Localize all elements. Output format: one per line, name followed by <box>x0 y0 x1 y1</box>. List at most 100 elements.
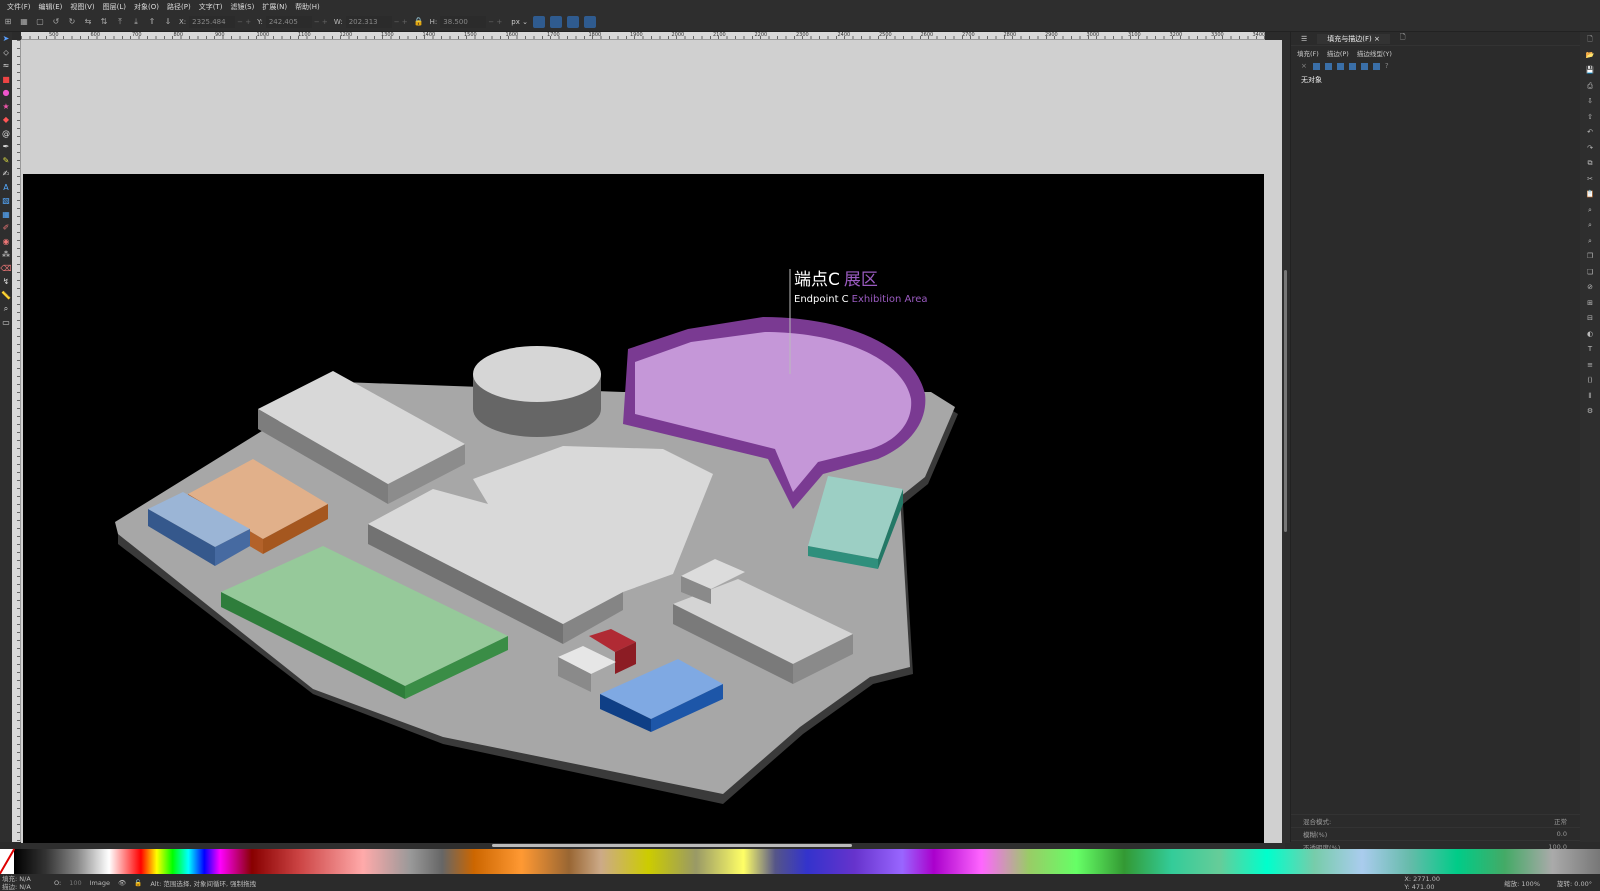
layers-tab-icon[interactable]: ☰ <box>1291 35 1317 43</box>
undo-icon[interactable]: ↶ <box>1580 125 1600 141</box>
menu-text[interactable]: 文字(T) <box>195 2 227 12</box>
ungroup-icon[interactable]: ⊟ <box>1580 311 1600 327</box>
scale-stroke-toggle[interactable] <box>532 16 545 28</box>
h-input[interactable]: 38.500 <box>440 16 487 28</box>
connector-tool-icon[interactable]: ↯ <box>0 275 12 289</box>
cut-icon[interactable]: ✂ <box>1580 172 1600 188</box>
rect-tool-icon[interactable]: ■ <box>0 73 12 87</box>
lock-icon[interactable]: 🔓 <box>134 879 142 887</box>
calligraphy-tool-icon[interactable]: ✍ <box>0 167 12 181</box>
radial-gradient-icon[interactable] <box>1336 62 1344 70</box>
pencil-tool-icon[interactable]: ✎ <box>0 154 12 168</box>
zoom-tool-icon[interactable]: ⌕ <box>0 302 12 316</box>
copy-icon[interactable]: ⧉ <box>1580 156 1600 172</box>
no-paint-icon[interactable]: × <box>1301 62 1307 70</box>
lock-ratio-icon[interactable]: 🔒 <box>413 16 425 28</box>
paint-bucket-tool-icon[interactable]: ◉ <box>0 235 12 249</box>
palette-swatches[interactable] <box>14 849 1600 874</box>
text-tool-icon[interactable]: A <box>0 181 12 195</box>
rotate-input[interactable]: 0.00° <box>1574 880 1592 888</box>
pattern-icon[interactable] <box>1360 62 1368 70</box>
save-icon[interactable]: 💾 <box>1580 63 1600 79</box>
zoom-selection-icon[interactable]: ⌕ <box>1580 203 1600 219</box>
rotate-cw-icon[interactable]: ↻ <box>66 16 78 28</box>
close-icon[interactable]: × <box>1374 35 1380 43</box>
move-patterns-toggle[interactable] <box>583 16 596 28</box>
gradient-tool-icon[interactable]: ▧ <box>0 194 12 208</box>
subtab-stroke-paint[interactable]: 描边(P) <box>1327 48 1349 58</box>
group-icon[interactable]: ⊞ <box>1580 296 1600 312</box>
spray-tool-icon[interactable]: ⁂ <box>0 248 12 262</box>
y-stepper-icon[interactable]: − + <box>314 18 328 26</box>
unit-select[interactable]: px ⌄ <box>511 18 528 26</box>
mesh-tool-icon[interactable]: ▦ <box>0 208 12 222</box>
lower-icon[interactable]: ⤓ <box>130 16 142 28</box>
ellipse-tool-icon[interactable]: ● <box>0 86 12 100</box>
eraser-tool-icon[interactable]: ⌫ <box>0 262 12 276</box>
menu-file[interactable]: 文件(F) <box>3 2 35 12</box>
measure-tool-icon[interactable]: 📏 <box>0 289 12 303</box>
select-all-layers-icon[interactable]: ▦ <box>18 16 30 28</box>
paste-icon[interactable]: 📋 <box>1580 187 1600 203</box>
selector-tool-icon[interactable]: ➤ <box>0 32 12 46</box>
document-tab-icon[interactable]: 🗋 <box>1390 33 1416 44</box>
flip-h-icon[interactable]: ⇆ <box>82 16 94 28</box>
horizontal-ruler[interactable]: 500 600 700 800 900 1000 1100 1200 1300 1400 1500 1… <box>21 32 1265 40</box>
blend-mode-select[interactable]: 正常 <box>1554 816 1567 826</box>
import-icon[interactable]: ⇩ <box>1580 94 1600 110</box>
w-stepper-icon[interactable]: − + <box>394 18 408 26</box>
canvas[interactable]: 端点C 展区 Endpoint C Exhibition Area <box>21 40 1285 843</box>
x-stepper-icon[interactable]: − + <box>237 18 251 26</box>
menu-edit[interactable]: 编辑(E) <box>35 2 67 12</box>
star-tool-icon[interactable]: ★ <box>0 100 12 114</box>
swatch-icon[interactable] <box>1372 62 1380 70</box>
vertical-scrollbar[interactable] <box>1282 40 1290 843</box>
mesh-gradient-icon[interactable] <box>1348 62 1356 70</box>
pen-tool-icon[interactable]: ✒ <box>0 140 12 154</box>
blur-input[interactable]: 0.0 <box>1557 830 1567 838</box>
layer-indicator[interactable]: Image <box>90 879 110 887</box>
fill-stroke-indicator[interactable]: 填充: N/A 描边: N/A <box>0 875 54 891</box>
duplicate-icon[interactable]: ❐ <box>1580 249 1600 265</box>
menu-extensions[interactable]: 扩展(N) <box>258 2 291 12</box>
w-input[interactable]: 202.313 <box>345 16 392 28</box>
scale-corners-toggle[interactable] <box>549 16 562 28</box>
spiral-tool-icon[interactable]: @ <box>0 127 12 141</box>
menu-view[interactable]: 视图(V) <box>66 2 98 12</box>
tweak-tool-icon[interactable]: ≈ <box>0 59 12 73</box>
new-document-icon[interactable]: 🗋 <box>1580 32 1600 48</box>
linear-gradient-icon[interactable] <box>1324 62 1332 70</box>
zoom-drawing-icon[interactable]: ⌕ <box>1580 218 1600 234</box>
hscroll-thumb[interactable] <box>492 844 852 847</box>
fill-stroke-icon[interactable]: ◐ <box>1580 327 1600 343</box>
tab-fill-stroke[interactable]: 填充与描边(F) × <box>1317 33 1390 44</box>
menu-object[interactable]: 对象(O) <box>130 2 163 12</box>
layers-icon[interactable]: ≡ <box>1580 358 1600 374</box>
eye-icon[interactable]: 👁 <box>118 879 126 887</box>
x-input[interactable]: 2325.484 <box>189 16 236 28</box>
rotate-ccw-icon[interactable]: ↺ <box>50 16 62 28</box>
menu-help[interactable]: 帮助(H) <box>291 2 324 12</box>
y-input[interactable]: 242.405 <box>265 16 312 28</box>
open-icon[interactable]: 📂 <box>1580 48 1600 64</box>
flat-color-icon[interactable] <box>1312 62 1320 70</box>
dropper-tool-icon[interactable]: ✐ <box>0 221 12 235</box>
deselect-icon[interactable]: ▢ <box>34 16 46 28</box>
align-icon[interactable]: ⫴ <box>1580 389 1600 405</box>
redo-icon[interactable]: ↷ <box>1580 141 1600 157</box>
raise-icon[interactable]: ⤒ <box>114 16 126 28</box>
unset-paint-icon[interactable]: ? <box>1385 62 1389 70</box>
color-palette[interactable] <box>0 849 1600 874</box>
no-color-swatch[interactable] <box>0 849 14 874</box>
vscroll-thumb[interactable] <box>1284 270 1287 532</box>
unlink-clone-icon[interactable]: ⊘ <box>1580 280 1600 296</box>
opacity-status-input[interactable]: 100 <box>69 879 81 887</box>
subtab-fill[interactable]: 填充(F) <box>1297 48 1319 58</box>
xml-editor-icon[interactable]: ⟨⟩ <box>1580 373 1600 389</box>
h-stepper-icon[interactable]: − + <box>488 18 502 26</box>
zoom-input[interactable]: 100% <box>1521 880 1540 888</box>
menu-path[interactable]: 路径(P) <box>163 2 195 12</box>
export-icon[interactable]: ⇧ <box>1580 110 1600 126</box>
preferences-icon[interactable]: ⚙ <box>1580 404 1600 420</box>
menu-filters[interactable]: 滤镜(S) <box>226 2 258 12</box>
